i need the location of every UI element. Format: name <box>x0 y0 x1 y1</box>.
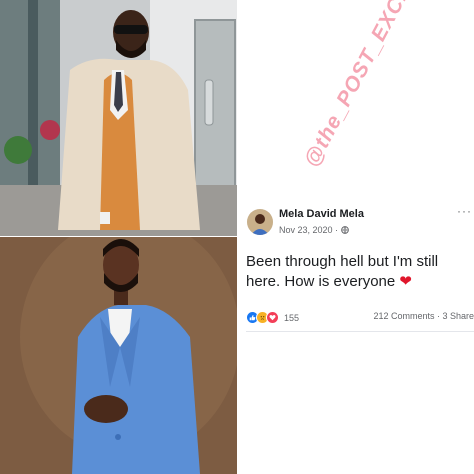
author-avatar[interactable] <box>247 209 273 235</box>
reaction-count: 155 <box>284 312 300 323</box>
comments-shares-count[interactable]: 212 Comments · 3 Share <box>373 311 474 321</box>
photo-orange-suit <box>0 0 237 237</box>
post-separator <box>246 331 474 332</box>
reactions-summary[interactable]: 155 <box>246 311 299 324</box>
love-reaction-icon <box>266 311 279 324</box>
post-date[interactable]: Nov 23, 2020 · <box>279 225 338 235</box>
post-meta: Nov 23, 2020 · <box>279 225 349 235</box>
more-options-icon[interactable]: ··· <box>457 204 472 218</box>
post-text: Been through hell but I'm still here. Ho… <box>246 252 472 292</box>
avatar-image <box>247 209 273 235</box>
heart-emoji-icon: ❤ <box>399 273 412 290</box>
photo-orange-suit-image <box>0 0 237 237</box>
post-author-name[interactable]: Mela David Mela <box>279 208 364 220</box>
globe-icon <box>341 226 349 234</box>
photo-blue-suit <box>0 237 237 474</box>
photo-blue-suit-image <box>0 237 237 474</box>
